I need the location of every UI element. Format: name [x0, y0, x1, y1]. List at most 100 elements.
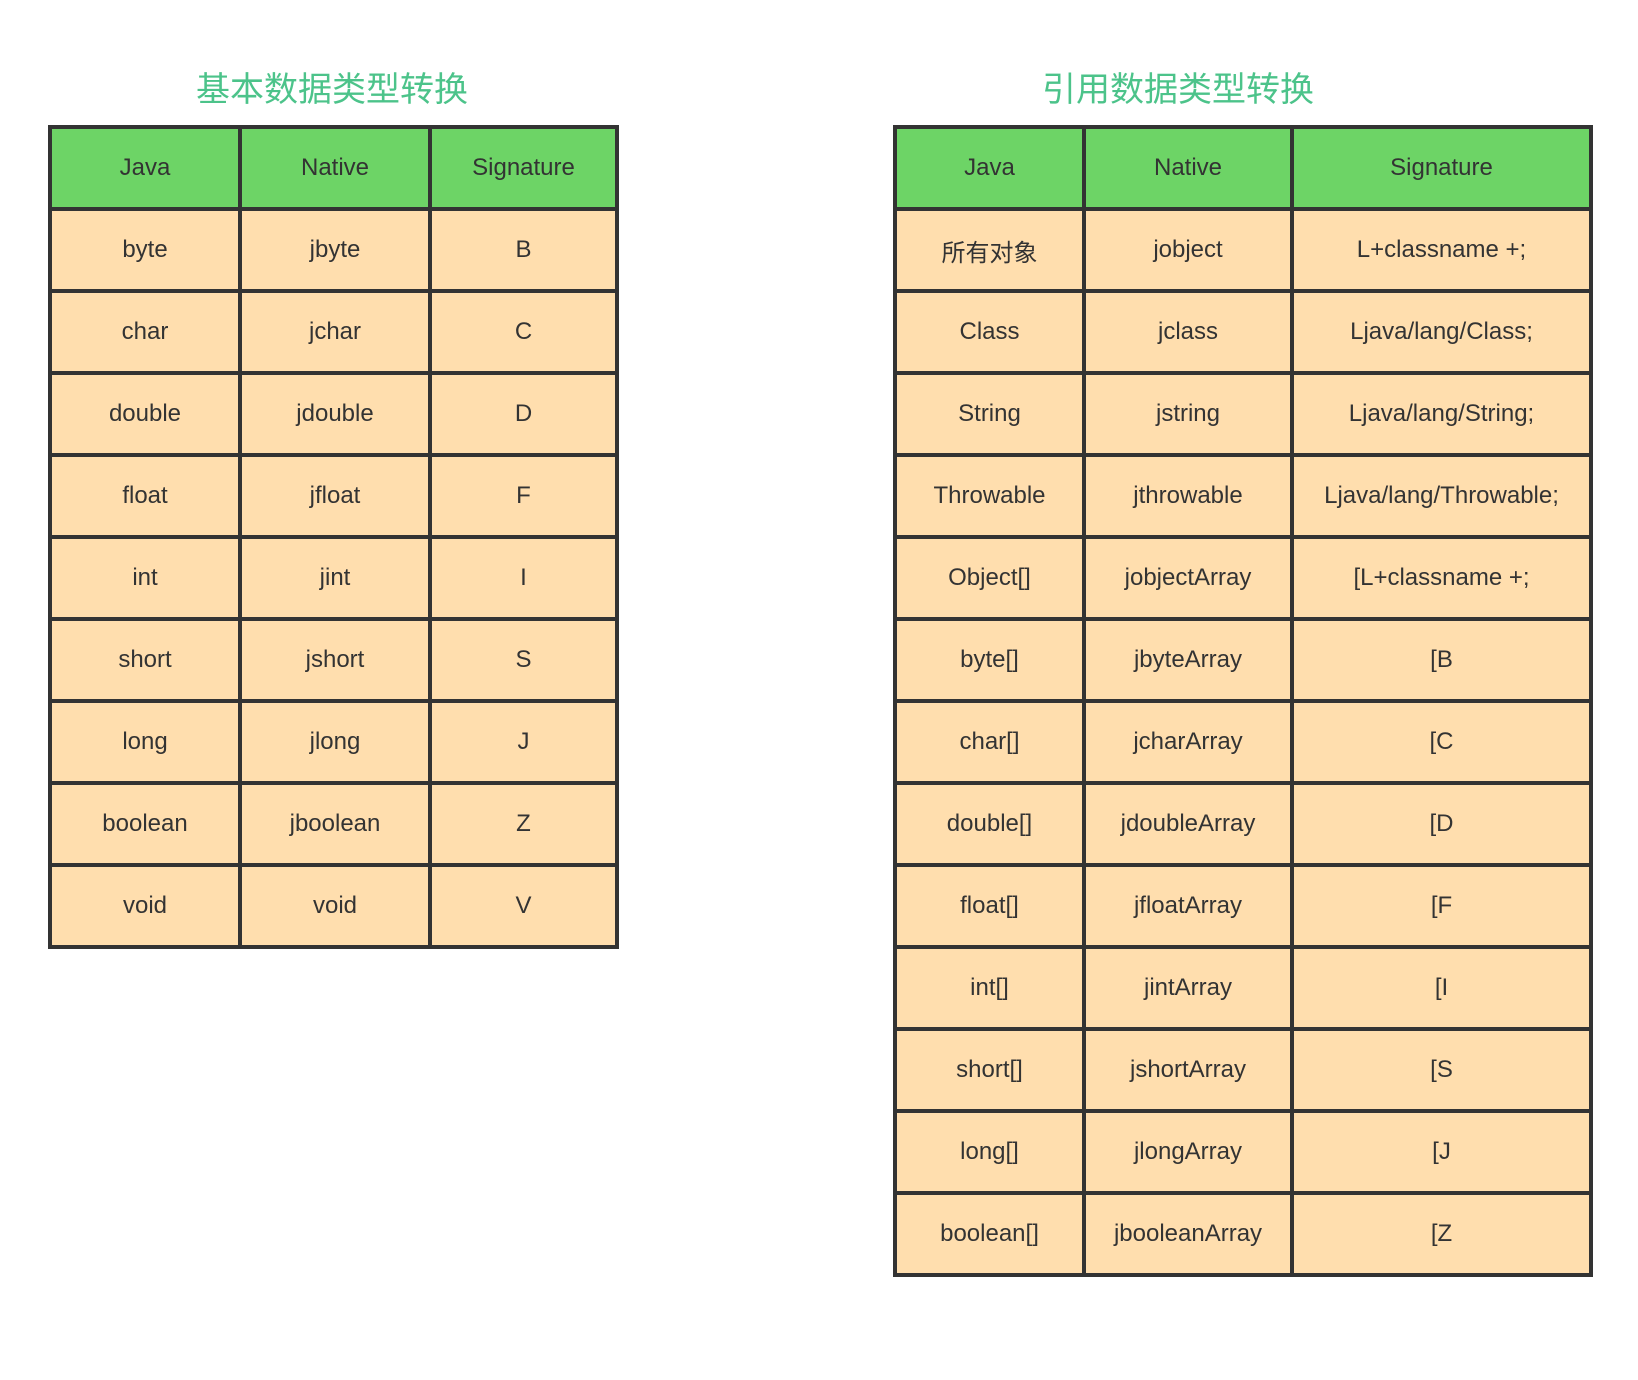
java-type-cell: Throwable	[893, 453, 1086, 539]
signature-cell: [D	[1290, 781, 1593, 867]
java-type-cell: double[]	[893, 781, 1086, 867]
signature-cell: [L+classname +;	[1290, 535, 1593, 621]
signature-cell: [B	[1290, 617, 1593, 703]
native-type-cell: jdouble	[238, 371, 432, 457]
column-header-java: Java	[48, 125, 242, 211]
native-type-cell: jint	[238, 535, 432, 621]
java-type-cell: int	[48, 535, 242, 621]
table-row: byte[] jbyteArray [B	[893, 617, 1593, 703]
signature-cell: [S	[1290, 1027, 1593, 1113]
native-type-cell: jshortArray	[1082, 1027, 1294, 1113]
java-type-cell: String	[893, 371, 1086, 457]
native-type-cell: jdoubleArray	[1082, 781, 1294, 867]
signature-cell: J	[428, 699, 619, 785]
java-type-cell: long	[48, 699, 242, 785]
signature-cell: F	[428, 453, 619, 539]
signature-cell: S	[428, 617, 619, 703]
java-type-cell: float	[48, 453, 242, 539]
primitive-types-title: 基本数据类型转换	[196, 70, 468, 110]
table-row: Object[] jobjectArray [L+classname +;	[893, 535, 1593, 621]
java-type-cell: long[]	[893, 1109, 1086, 1195]
native-type-cell: jlongArray	[1082, 1109, 1294, 1195]
column-header-native: Native	[238, 125, 432, 211]
table-row: Throwable jthrowable Ljava/lang/Throwable;	[893, 453, 1593, 539]
table-row: long jlong J	[48, 699, 619, 785]
java-type-cell: Object[]	[893, 535, 1086, 621]
native-type-cell: jthrowable	[1082, 453, 1294, 539]
table-row: double[] jdoubleArray [D	[893, 781, 1593, 867]
table-row: float jfloat F	[48, 453, 619, 539]
signature-cell: [Z	[1290, 1191, 1593, 1277]
table-row: Class jclass Ljava/lang/Class;	[893, 289, 1593, 375]
table-row: 所有对象 jobject L+classname +;	[893, 207, 1593, 293]
table-row: short jshort S	[48, 617, 619, 703]
signature-cell: B	[428, 207, 619, 293]
java-type-cell: Class	[893, 289, 1086, 375]
java-type-cell: boolean[]	[893, 1191, 1086, 1277]
native-type-cell: jshort	[238, 617, 432, 703]
native-type-cell: jcharArray	[1082, 699, 1294, 785]
signature-cell: I	[428, 535, 619, 621]
reference-types-title: 引用数据类型转换	[1042, 70, 1314, 110]
native-type-cell: jintArray	[1082, 945, 1294, 1031]
table-row: int[] jintArray [I	[893, 945, 1593, 1031]
table-row: String jstring Ljava/lang/String;	[893, 371, 1593, 457]
java-type-cell: int[]	[893, 945, 1086, 1031]
native-type-cell: void	[238, 863, 432, 949]
table-row: void void V	[48, 863, 619, 949]
native-type-cell: jclass	[1082, 289, 1294, 375]
table-row: long[] jlongArray [J	[893, 1109, 1593, 1195]
signature-cell: Z	[428, 781, 619, 867]
table-row: boolean jboolean Z	[48, 781, 619, 867]
signature-cell: Ljava/lang/Throwable;	[1290, 453, 1593, 539]
signature-cell: Ljava/lang/String;	[1290, 371, 1593, 457]
signature-cell: [C	[1290, 699, 1593, 785]
native-type-cell: jstring	[1082, 371, 1294, 457]
table-row: float[] jfloatArray [F	[893, 863, 1593, 949]
java-type-cell: short	[48, 617, 242, 703]
java-type-cell: byte	[48, 207, 242, 293]
native-type-cell: jbyte	[238, 207, 432, 293]
java-type-cell: 所有对象	[893, 207, 1086, 293]
table-row: double jdouble D	[48, 371, 619, 457]
native-type-cell: jfloatArray	[1082, 863, 1294, 949]
java-type-cell: void	[48, 863, 242, 949]
column-header-java: Java	[893, 125, 1086, 211]
signature-cell: Ljava/lang/Class;	[1290, 289, 1593, 375]
signature-cell: D	[428, 371, 619, 457]
native-type-cell: jbyteArray	[1082, 617, 1294, 703]
signature-cell: L+classname +;	[1290, 207, 1593, 293]
signature-cell: C	[428, 289, 619, 375]
table-row: short[] jshortArray [S	[893, 1027, 1593, 1113]
reference-types-table: Java Native Signature 所有对象 jobject L+class…	[893, 125, 1593, 1277]
table-row: int jint I	[48, 535, 619, 621]
column-header-signature: Signature	[1290, 125, 1593, 211]
native-type-cell: jobjectArray	[1082, 535, 1294, 621]
signature-cell: V	[428, 863, 619, 949]
java-type-cell: char	[48, 289, 242, 375]
table-row: char jchar C	[48, 289, 619, 375]
native-type-cell: jlong	[238, 699, 432, 785]
table-row: boolean[] jbooleanArray [Z	[893, 1191, 1593, 1277]
signature-cell: [F	[1290, 863, 1593, 949]
native-type-cell: jfloat	[238, 453, 432, 539]
column-header-signature: Signature	[428, 125, 619, 211]
table-row: byte jbyte B	[48, 207, 619, 293]
signature-cell: [I	[1290, 945, 1593, 1031]
table-header-row: Java Native Signature	[893, 125, 1593, 211]
java-type-cell: char[]	[893, 699, 1086, 785]
native-type-cell: jboolean	[238, 781, 432, 867]
table-row: char[] jcharArray [C	[893, 699, 1593, 785]
native-type-cell: jobject	[1082, 207, 1294, 293]
table-header-row: Java Native Signature	[48, 125, 619, 211]
java-type-cell: float[]	[893, 863, 1086, 949]
column-header-native: Native	[1082, 125, 1294, 211]
java-type-cell: byte[]	[893, 617, 1086, 703]
java-type-cell: double	[48, 371, 242, 457]
signature-cell: [J	[1290, 1109, 1593, 1195]
java-type-cell: short[]	[893, 1027, 1086, 1113]
primitive-types-table: Java Native Signature byte jbyte Bchar jcha…	[48, 125, 619, 949]
native-type-cell: jbooleanArray	[1082, 1191, 1294, 1277]
native-type-cell: jchar	[238, 289, 432, 375]
java-type-cell: boolean	[48, 781, 242, 867]
